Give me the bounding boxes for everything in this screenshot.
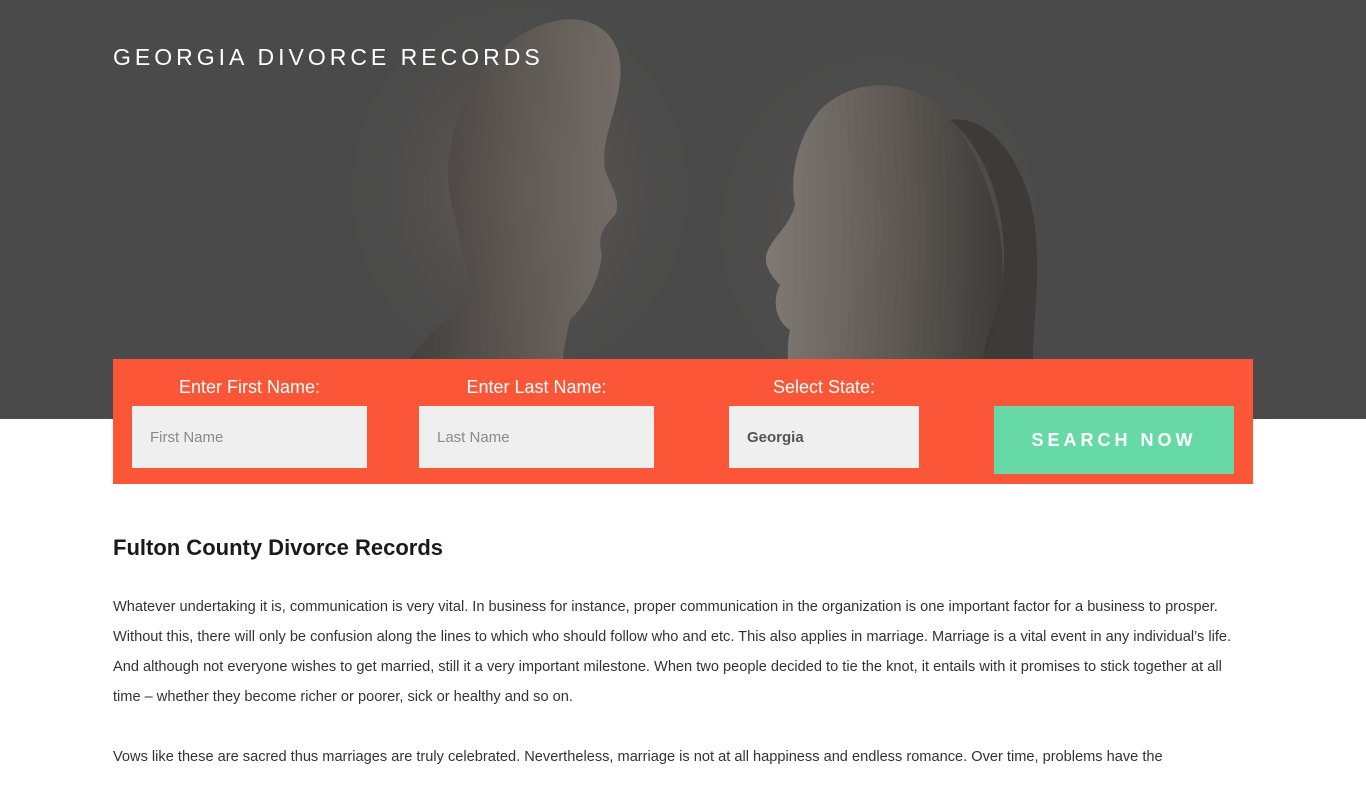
search-now-button[interactable]: SEARCH NOW	[994, 406, 1234, 474]
article-heading: Fulton County Divorce Records	[113, 535, 444, 560]
site-title[interactable]: GEORGIA DIVORCE RECORDS	[113, 44, 544, 71]
hero-banner: GEORGIA DIVORCE RECORDS	[0, 0, 1366, 419]
state-select-value: Georgia	[747, 428, 804, 446]
last-name-input[interactable]	[419, 406, 654, 468]
first-name-input[interactable]	[132, 406, 367, 468]
article-paragraph: Whatever undertaking it is, communicatio…	[113, 599, 1232, 705]
first-name-label: Enter First Name:	[178, 377, 321, 397]
state-select[interactable]: Georgia	[729, 406, 919, 468]
state-label: Select State:	[772, 377, 876, 397]
article: Fulton County Divorce Records Whatever u…	[113, 530, 1253, 802]
search-form: Enter First Name: Enter Last Name: Selec…	[113, 359, 1253, 484]
last-name-label: Enter Last Name:	[466, 377, 607, 397]
